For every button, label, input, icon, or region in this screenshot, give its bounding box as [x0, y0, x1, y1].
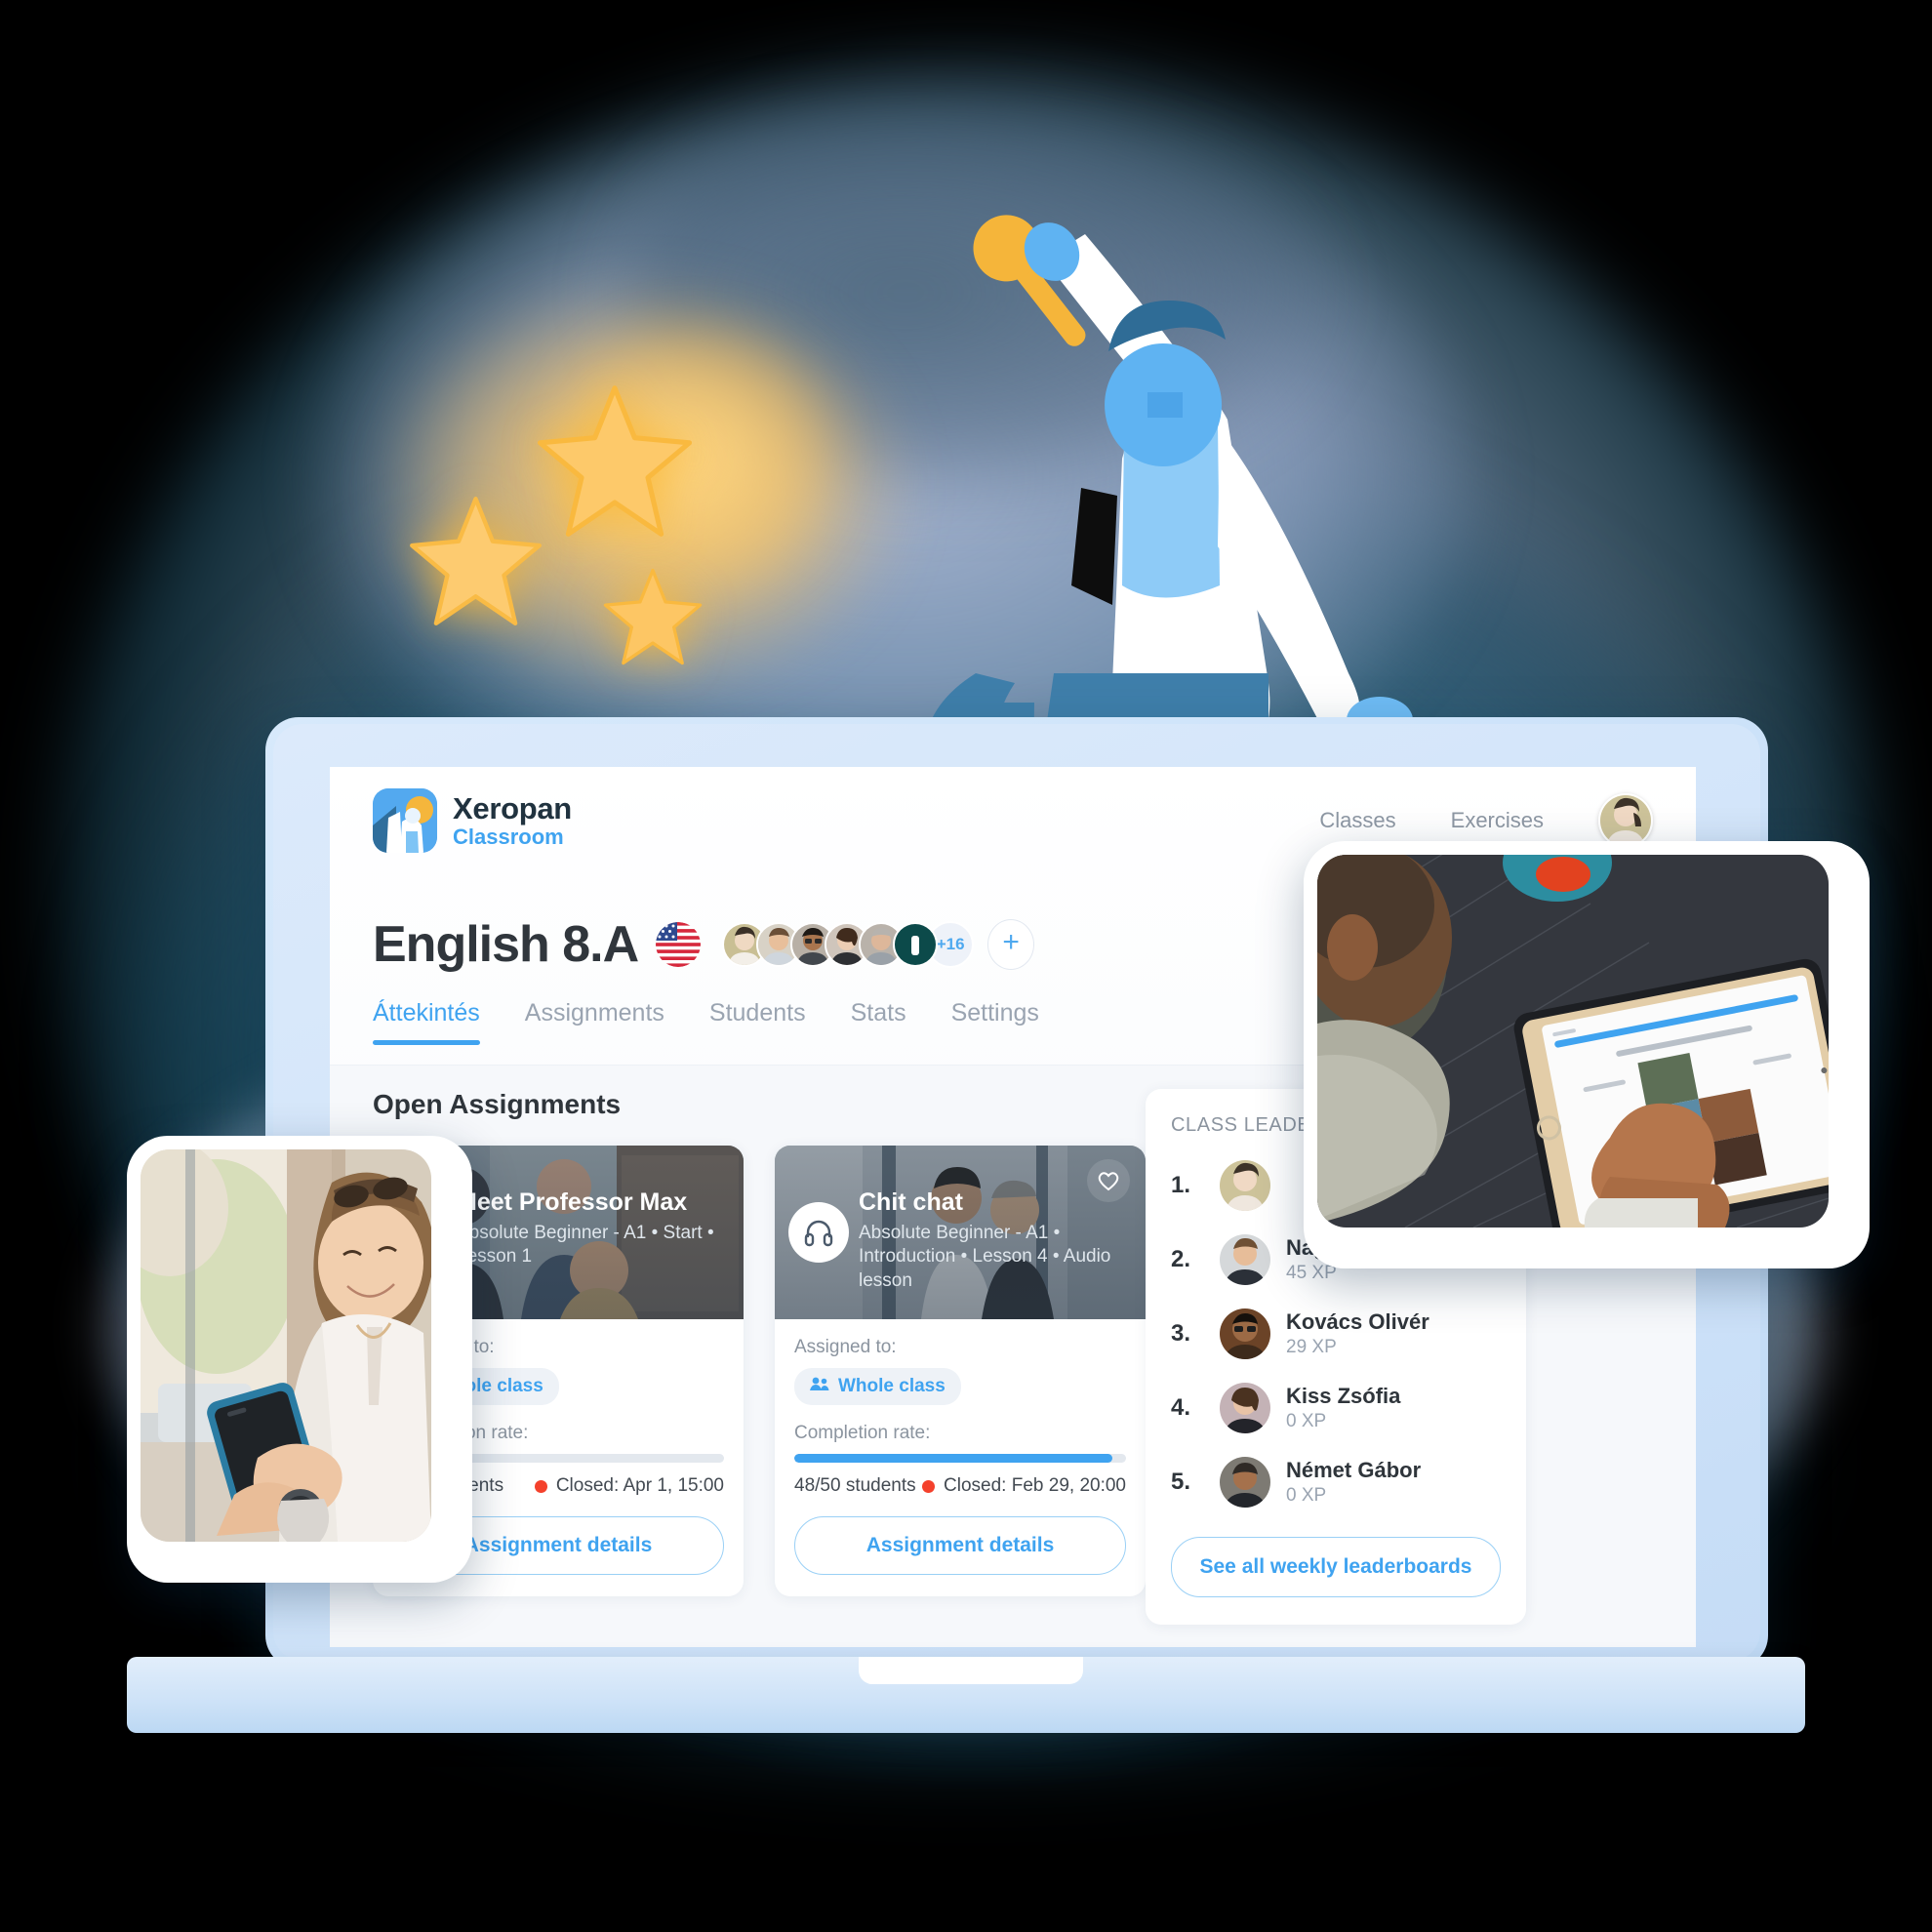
leaderboard-row[interactable]: 5. Német Gábor 0 XP	[1171, 1457, 1501, 1508]
assignment-card[interactable]: Chit chat Absolute Beginner - A1 • Intro…	[775, 1146, 1146, 1596]
assignment-cover-image: Chit chat Absolute Beginner - A1 • Intro…	[775, 1146, 1146, 1319]
leaderboard-rank: 1.	[1171, 1172, 1191, 1198]
leaderboard-avatar	[1220, 1383, 1270, 1433]
xeropan-logo-icon	[373, 788, 437, 853]
leaderboard-avatar	[1220, 1457, 1270, 1508]
leaderboard-rank: 2.	[1171, 1246, 1191, 1272]
leaderboard-name: Kiss Zsófia	[1286, 1383, 1401, 1408]
leaderboard-xp: 0 XP	[1286, 1411, 1327, 1432]
open-assignments-title: Open Assignments	[373, 1089, 622, 1119]
class-title-row: English 8.A +16 +	[373, 915, 1035, 974]
assigned-to-chip[interactable]: Whole class	[794, 1368, 961, 1405]
status-dot-icon	[534, 1479, 547, 1493]
page-title: English 8.A	[373, 916, 639, 973]
tab-stats[interactable]: Stats	[851, 999, 906, 1045]
tab-settings[interactable]: Settings	[951, 999, 1039, 1045]
students-count: 48/50 students	[794, 1475, 916, 1496]
leaderboard-xp: 29 XP	[1286, 1337, 1337, 1358]
leaderboard-rank: 4.	[1171, 1394, 1191, 1421]
completion-rate-label: Completion rate:	[794, 1423, 931, 1443]
brand-product: Classroom	[453, 825, 564, 849]
assignment-title: Chit chat	[859, 1188, 963, 1216]
assigned-to-label: Assigned to:	[794, 1337, 897, 1357]
assignment-title: Meet Professor Max	[457, 1188, 688, 1216]
member-avatar	[893, 922, 939, 967]
class-tabs: Áttekintés Assignments Students Stats Se…	[373, 999, 1039, 1045]
add-member-button[interactable]: +	[987, 919, 1035, 970]
leaderboard-rank: 3.	[1171, 1320, 1191, 1347]
tab-students[interactable]: Students	[709, 999, 806, 1045]
leaderboard-name: Német Gábor	[1286, 1457, 1422, 1482]
nav-exercises[interactable]: Exercises	[1451, 808, 1544, 833]
brand-logo[interactable]: Xeropan Classroom	[373, 788, 572, 853]
screenshot-root: Xeropan Classroom Classes Exercises Engl…	[0, 0, 1932, 1932]
leaderboard-name: Kovács Olivér	[1286, 1308, 1429, 1334]
leaderboard-rank: 5.	[1171, 1469, 1191, 1495]
assignment-details-button[interactable]: Assignment details	[794, 1516, 1126, 1575]
main-nav: Classes Exercises	[1319, 793, 1653, 848]
nav-classes[interactable]: Classes	[1319, 808, 1395, 833]
status-dot-icon	[922, 1479, 936, 1493]
user-avatar[interactable]	[1598, 793, 1653, 848]
leaderboard-avatar	[1220, 1160, 1270, 1211]
closed-date: Closed: Feb 29, 20:00	[944, 1475, 1126, 1496]
assignment-meta: Absolute Beginner - A1 • Introduction • …	[859, 1223, 1111, 1291]
see-all-weekly-leaderboards-button[interactable]: See all weekly leaderboards	[1171, 1537, 1501, 1597]
leaderboard-avatar	[1220, 1234, 1270, 1285]
laptop-notch	[859, 1657, 1083, 1684]
closed-date: Closed: Apr 1, 15:00	[555, 1475, 724, 1496]
assignment-meta: Absolute Beginner - A1 • Start • Lesson …	[457, 1223, 714, 1268]
tab-attekintes[interactable]: Áttekintés	[373, 999, 480, 1045]
leaderboard-xp: 0 XP	[1286, 1485, 1327, 1507]
photo-card-student-tablet	[1304, 841, 1870, 1268]
photo-card-woman-phone	[127, 1136, 472, 1583]
us-flag-icon	[656, 922, 702, 967]
completion-progress-bar	[794, 1454, 1126, 1463]
tab-assignments[interactable]: Assignments	[525, 999, 664, 1045]
group-icon	[810, 1376, 829, 1397]
leaderboard-avatar	[1220, 1308, 1270, 1359]
class-members-avatars[interactable]: +16 +	[722, 919, 1035, 970]
brand-name: Xeropan	[453, 791, 572, 825]
leaderboard-row[interactable]: 3. Kovács Olivér 29 XP	[1171, 1308, 1501, 1359]
assignment-cards: Meet Professor Max Absolute Beginner - A…	[373, 1146, 1146, 1596]
leaderboard-row[interactable]: 4. Kiss Zsófia 0 XP	[1171, 1383, 1501, 1433]
headphones-icon	[788, 1202, 849, 1263]
assigned-to-value: Whole class	[838, 1376, 946, 1396]
